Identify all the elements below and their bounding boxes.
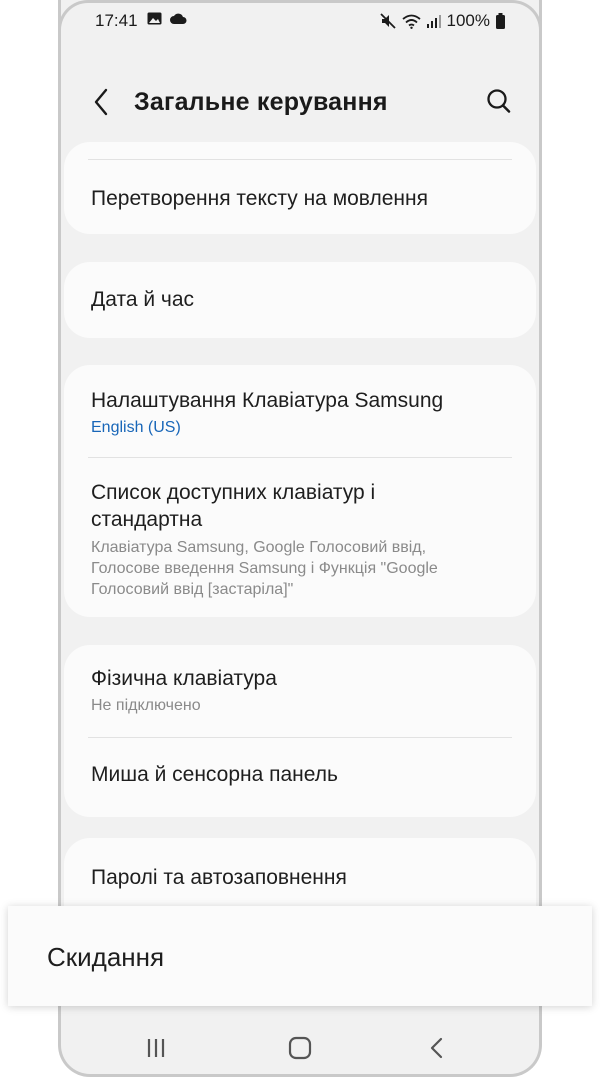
settings-group-tts: Перетворення тексту на мовлення: [64, 142, 536, 234]
page-title: Загальне керування: [134, 88, 388, 116]
nav-back-button[interactable]: [417, 1032, 457, 1064]
image-icon: [147, 12, 162, 25]
item-title: Фізична клавіатура: [91, 667, 277, 690]
navigation-bar: [61, 1026, 539, 1070]
divider: [88, 457, 512, 458]
status-time: 17:41: [95, 11, 138, 30]
menu-item-physical-keyboard[interactable]: Фізична клавіатура Не підключено: [91, 665, 512, 716]
item-title: Миша й сенсорна панель: [91, 763, 338, 786]
divider: [88, 737, 512, 738]
settings-group-datetime: Дата й час: [64, 262, 536, 338]
menu-item-samsung-keyboard[interactable]: Налаштування Клавіатура Samsung English …: [91, 387, 512, 438]
divider: [88, 159, 512, 160]
reset-label: Скидання: [47, 942, 165, 972]
menu-item-text-to-speech[interactable]: Перетворення тексту на мовлення: [91, 185, 512, 212]
menu-item-reset[interactable]: Скидання: [8, 906, 592, 1006]
battery-icon: [496, 13, 505, 29]
item-title: Дата й час: [91, 288, 195, 311]
item-title-line2: стандартна: [91, 508, 203, 531]
item-title: Налаштування Клавіатура Samsung: [91, 389, 444, 412]
back-arrow-icon: [94, 88, 108, 116]
item-subtitle-line2: Голосове введення Samsung і Функція "Goo…: [91, 560, 438, 577]
signal-icon: [426, 15, 441, 28]
home-button[interactable]: [280, 1032, 320, 1064]
mute-icon: [379, 13, 396, 29]
status-bar: 17:41 100%: [61, 8, 539, 34]
item-title: Перетворення тексту на мовлення: [91, 187, 428, 210]
home-icon: [288, 1036, 312, 1060]
settings-group-keyboard: Налаштування Клавіатура Samsung English …: [64, 365, 536, 617]
search-button[interactable]: [483, 86, 515, 118]
menu-item-mouse-touchpad[interactable]: Миша й сенсорна панель: [91, 761, 512, 788]
recent-apps-icon: [147, 1039, 165, 1057]
settings-group-input: Фізична клавіатура Не підключено Миша й …: [64, 645, 536, 817]
search-icon: [487, 89, 511, 113]
item-subtitle-line3: Голосовий ввід [застаріла]": [91, 581, 294, 598]
menu-item-passwords-autofill[interactable]: Паролі та автозаповнення: [91, 864, 512, 891]
menu-item-keyboard-list[interactable]: Список доступних клавіатур і стандартна …: [91, 479, 512, 600]
battery-percent: 100%: [446, 11, 490, 30]
nav-back-icon: [430, 1037, 443, 1059]
app-header: Загальне керування: [61, 78, 539, 126]
cloud-icon: [170, 13, 187, 24]
item-title: Паролі та автозаповнення: [91, 866, 347, 889]
item-subtitle: Не підключено: [91, 697, 201, 714]
menu-item-date-time[interactable]: Дата й час: [91, 286, 512, 313]
item-subtitle-line1: Клавіатура Samsung, Google Голосовий вві…: [91, 539, 427, 556]
item-subtitle: English (US): [91, 419, 181, 436]
back-button[interactable]: [87, 86, 117, 118]
wifi-icon: [401, 14, 421, 29]
recent-apps-button[interactable]: [136, 1032, 176, 1064]
item-title-line1: Список доступних клавіатур і: [91, 481, 376, 504]
